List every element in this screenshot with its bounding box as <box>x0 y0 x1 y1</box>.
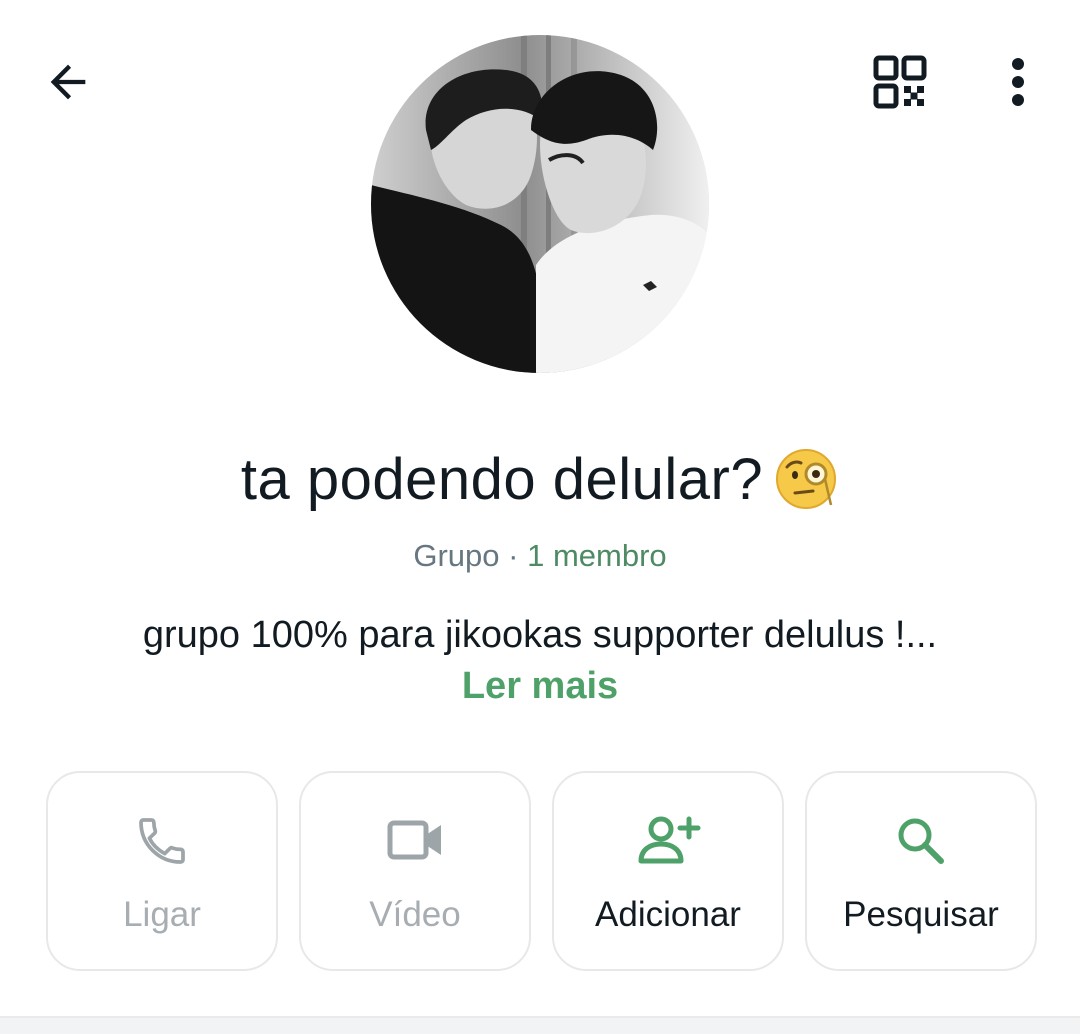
more-options-button[interactable] <box>984 44 1052 120</box>
group-description: grupo 100% para jikookas supporter delul… <box>142 614 938 656</box>
search-icon <box>898 818 944 864</box>
meta-separator: · <box>508 538 519 573</box>
qr-code-button[interactable] <box>860 44 940 120</box>
action-buttons-row: Ligar Vídeo Adicionar Pesquisar <box>46 771 1037 971</box>
search-button[interactable]: Pesquisar <box>805 771 1037 971</box>
add-button-label: Adicionar <box>595 895 741 934</box>
group-avatar[interactable] <box>371 35 709 373</box>
group-info-screen: ta podendo delular? Grupo · 1 membro gru… <box>0 0 1080 1034</box>
search-button-label: Pesquisar <box>843 895 999 934</box>
video-call-button[interactable]: Vídeo <box>299 771 531 971</box>
read-more-link[interactable]: Ler mais <box>0 661 1080 711</box>
more-vertical-icon <box>1012 58 1024 106</box>
section-divider <box>0 1016 1080 1034</box>
group-name[interactable]: ta podendo delular? <box>0 438 1080 522</box>
arrow-left-icon <box>50 64 86 100</box>
video-icon <box>387 820 441 860</box>
group-name-text: ta podendo delular? <box>240 447 764 512</box>
call-button[interactable]: Ligar <box>46 771 278 971</box>
group-type: Grupo <box>413 538 500 573</box>
phone-icon <box>139 818 185 864</box>
add-person-icon <box>638 816 701 864</box>
group-meta: Grupo · 1 membro <box>0 536 1080 576</box>
call-button-label: Ligar <box>123 895 201 934</box>
face-with-monocle-icon <box>773 445 839 511</box>
group-photo <box>371 35 709 373</box>
qr-code-icon <box>873 55 927 109</box>
video-button-label: Vídeo <box>369 895 461 934</box>
members-count-link[interactable]: 1 membro <box>527 538 667 573</box>
back-button[interactable] <box>30 44 106 120</box>
add-member-button[interactable]: Adicionar <box>552 771 784 971</box>
